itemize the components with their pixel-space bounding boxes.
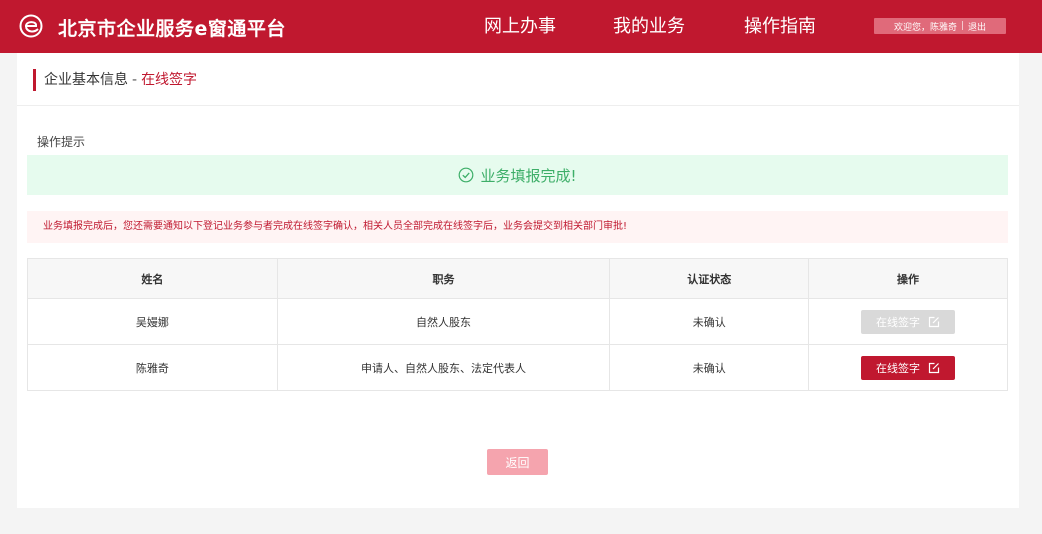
edit-icon [928, 316, 940, 327]
main-panel: 企业基本信息 - 在线签字 操作提示 业务填报完成! 业务填报完成后，您还需要通知以… [17, 53, 1019, 508]
table-row: 吴嫚娜 自然人股东 未确认 在线签字 [27, 298, 1008, 345]
top-header: 北京市企业服务e窗通平台 网上办事 我的业务 操作指南 欢迎您，陈雅奇 | 退出 [0, 0, 1042, 53]
logout-link[interactable]: 退出 [968, 20, 986, 33]
success-message: 业务填报完成! [480, 166, 577, 185]
online-sign-button-disabled[interactable]: 在线签字 [861, 309, 956, 334]
user-box: 欢迎您，陈雅奇 | 退出 [874, 18, 1006, 34]
edit-icon [928, 362, 940, 373]
tip-title: 操作提示 [37, 135, 86, 149]
column-header-status: 认证状态 [609, 258, 810, 299]
online-sign-button[interactable]: 在线签字 [861, 355, 956, 380]
cell-role: 自然人股东 [276, 298, 611, 345]
cell-action: 在线签字 [808, 298, 1008, 345]
nav-operation-guide[interactable]: 操作指南 [744, 12, 816, 38]
column-header-name: 姓名 [27, 258, 278, 299]
e-logo-icon[interactable] [18, 13, 44, 39]
cell-name: 陈雅奇 [27, 344, 278, 391]
cell-role: 申请人、自然人股东、法定代表人 [276, 344, 611, 391]
breadcrumb-current: 在线签字 [141, 72, 198, 88]
check-circle-icon [459, 167, 474, 183]
cell-action: 在线签字 [808, 344, 1008, 391]
cell-name: 吴嫚娜 [27, 298, 278, 345]
sign-button-label: 在线签字 [876, 315, 921, 329]
table-row: 陈雅奇 申请人、自然人股东、法定代表人 未确认 在线签字 [27, 344, 1008, 391]
breadcrumb-separator: - [132, 72, 138, 88]
nav-online-service[interactable]: 网上办事 [484, 12, 556, 38]
back-button[interactable]: 返回 [487, 449, 548, 475]
sign-button-label: 在线签字 [876, 361, 921, 375]
column-header-role: 职务 [276, 258, 611, 299]
nav-my-business[interactable]: 我的业务 [613, 12, 685, 38]
welcome-text: 欢迎您，陈雅奇 [893, 22, 957, 33]
user-separator: | [960, 21, 965, 31]
participants-table: 姓名 职务 认证状态 操作 吴嫚娜 自然人股东 未确认 在线签字 陈雅奇 申请人… [27, 258, 1008, 391]
cell-status: 未确认 [609, 344, 810, 391]
notice-message: 业务填报完成后，您还需要通知以下登记业务参与者完成在线签字确认，相关人员全部完成… [27, 211, 1008, 243]
breadcrumb: 企业基本信息 - 在线签字 [33, 69, 197, 91]
success-banner: 业务填报完成! [27, 155, 1008, 195]
brand-title[interactable]: 北京市企业服务e窗通平台 [58, 14, 286, 41]
breadcrumb-parent: 企业基本信息 [44, 72, 128, 88]
header-divider [17, 105, 1019, 106]
column-header-action: 操作 [808, 258, 1008, 299]
table-header-row: 姓名 职务 认证状态 操作 [27, 258, 1008, 299]
cell-status: 未确认 [609, 298, 810, 345]
